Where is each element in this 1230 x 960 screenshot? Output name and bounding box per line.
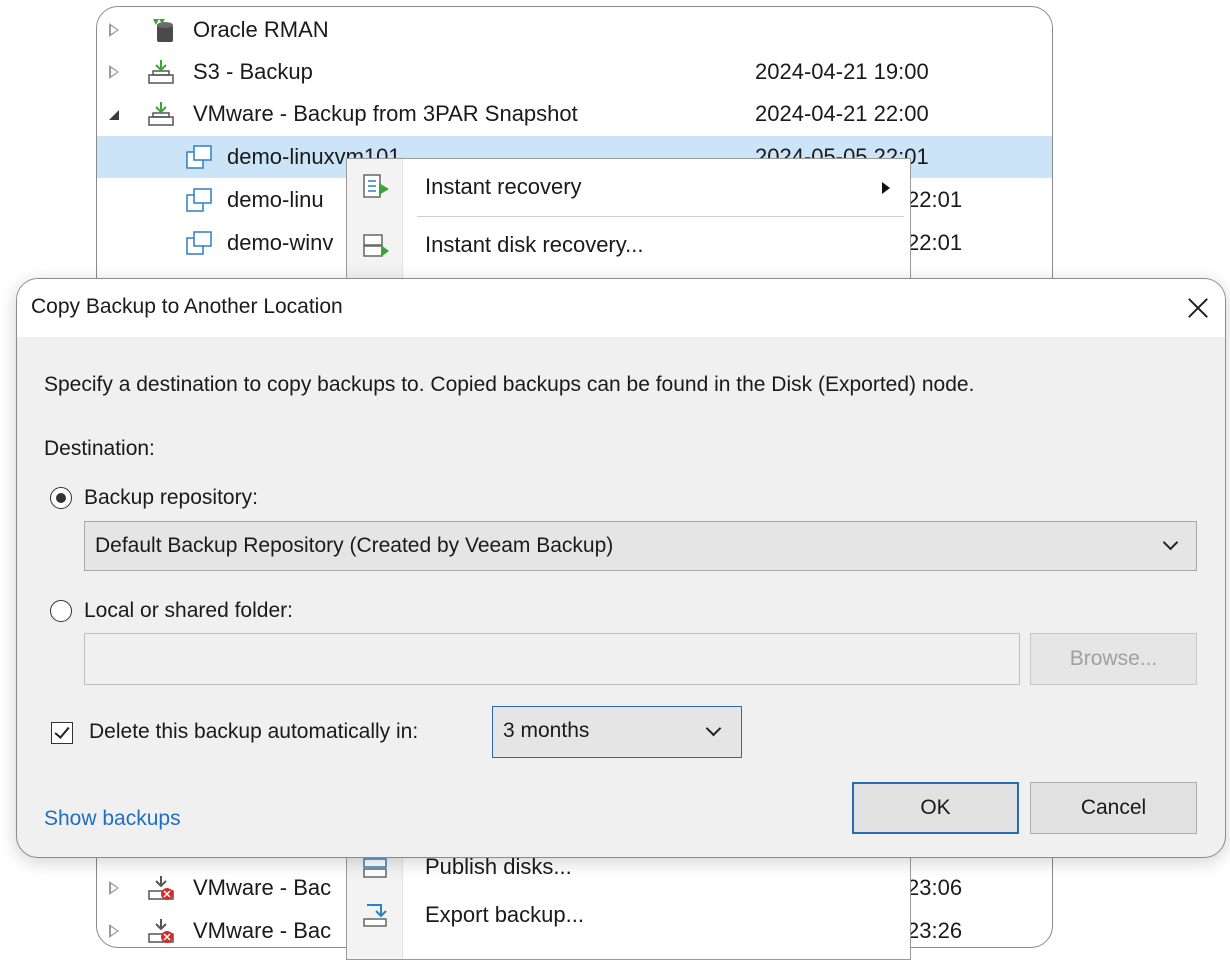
tree-row-label: Oracle RMAN [193, 17, 329, 42]
dialog-titlebar: Copy Backup to Another Location [17, 279, 1225, 337]
local-folder-label: Local or shared folder: [84, 599, 293, 622]
backup-repository-value: Default Backup Repository (Created by Ve… [95, 534, 614, 557]
local-folder-radio[interactable] [50, 600, 72, 622]
retention-period-value: 3 months [503, 719, 590, 742]
vm-icon [186, 231, 212, 255]
tree-row-date: 22:01 [907, 187, 963, 212]
cancel-button[interactable]: Cancel [1030, 782, 1197, 834]
ok-button[interactable]: OK [852, 782, 1019, 834]
retention-period-select[interactable]: 3 months [492, 706, 742, 758]
menu-item-instant-recovery[interactable]: Instant recovery [347, 165, 910, 209]
delete-automatically-checkbox[interactable] [51, 722, 73, 744]
menu-item-label: Export backup... [425, 902, 584, 927]
tree-row-oracle-rman[interactable]: Oracle RMAN [97, 9, 1052, 51]
vm-icon [186, 188, 212, 212]
backup-job-icon [148, 60, 174, 84]
expand-arrow-icon[interactable] [109, 924, 119, 938]
tree-row-label: demo-linu [227, 187, 324, 212]
backup-repository-radio[interactable] [50, 487, 72, 509]
menu-separator [417, 216, 904, 217]
tree-row-label: S3 - Backup [193, 59, 313, 84]
destination-label: Destination: [44, 437, 155, 460]
export-backup-icon [363, 904, 387, 927]
tree-row-date: 23:26 [907, 918, 963, 943]
expand-arrow-icon[interactable] [109, 23, 119, 37]
tree-row-vmware-3par[interactable]: VMware - Backup from 3PAR Snapshot 2024-… [97, 93, 1052, 135]
show-backups-link[interactable]: Show backups [44, 807, 181, 831]
failed-backup-job-icon [148, 876, 174, 900]
tree-row-label: demo-winv [227, 230, 334, 255]
menu-item-label: Instant disk recovery... [425, 232, 644, 257]
close-icon[interactable] [1179, 289, 1217, 327]
collapse-arrow-icon[interactable] [109, 110, 119, 120]
copy-backup-dialog: Copy Backup to Another Location Specify … [16, 278, 1226, 858]
tree-row-label: VMware - Bac [193, 875, 332, 900]
menu-item-instant-disk-recovery[interactable]: Instant disk recovery... [347, 223, 910, 267]
backup-repository-select[interactable]: Default Backup Repository (Created by Ve… [84, 521, 1197, 571]
browse-button[interactable]: Browse... [1030, 633, 1197, 685]
backup-job-icon [148, 102, 174, 126]
tree-row-label: VMware - Bac [193, 918, 332, 943]
dialog-description: Specify a destination to copy backups to… [44, 373, 975, 396]
tree-row-s3-backup[interactable]: S3 - Backup 2024-04-21 19:00 [97, 51, 1052, 93]
expand-arrow-icon[interactable] [109, 65, 119, 79]
tree-row-label: VMware - Backup from 3PAR Snapshot [193, 101, 578, 126]
menu-item-label: Instant recovery [425, 174, 582, 199]
submenu-arrow-icon [882, 182, 890, 194]
expand-arrow-icon[interactable] [109, 881, 119, 895]
instant-disk-recovery-icon [363, 234, 389, 257]
database-job-icon [153, 19, 173, 42]
chevron-down-icon [705, 720, 722, 737]
vm-icon [186, 145, 212, 169]
tree-row-date: 2024-04-21 19:00 [755, 59, 929, 84]
dialog-title: Copy Backup to Another Location [31, 295, 343, 318]
delete-automatically-label: Delete this backup automatically in: [89, 720, 419, 743]
tree-row-date: 2024-04-21 22:00 [755, 101, 929, 126]
chevron-down-icon [1162, 534, 1179, 551]
tree-row-date: 23:06 [907, 875, 963, 900]
backup-repository-label: Backup repository: [84, 486, 258, 509]
tree-row-date: 22:01 [907, 230, 963, 255]
menu-item-export-backup[interactable]: Export backup... [347, 893, 910, 937]
failed-backup-job-icon [148, 919, 174, 943]
folder-path-field[interactable] [84, 633, 1020, 685]
instant-recovery-icon [363, 174, 389, 198]
